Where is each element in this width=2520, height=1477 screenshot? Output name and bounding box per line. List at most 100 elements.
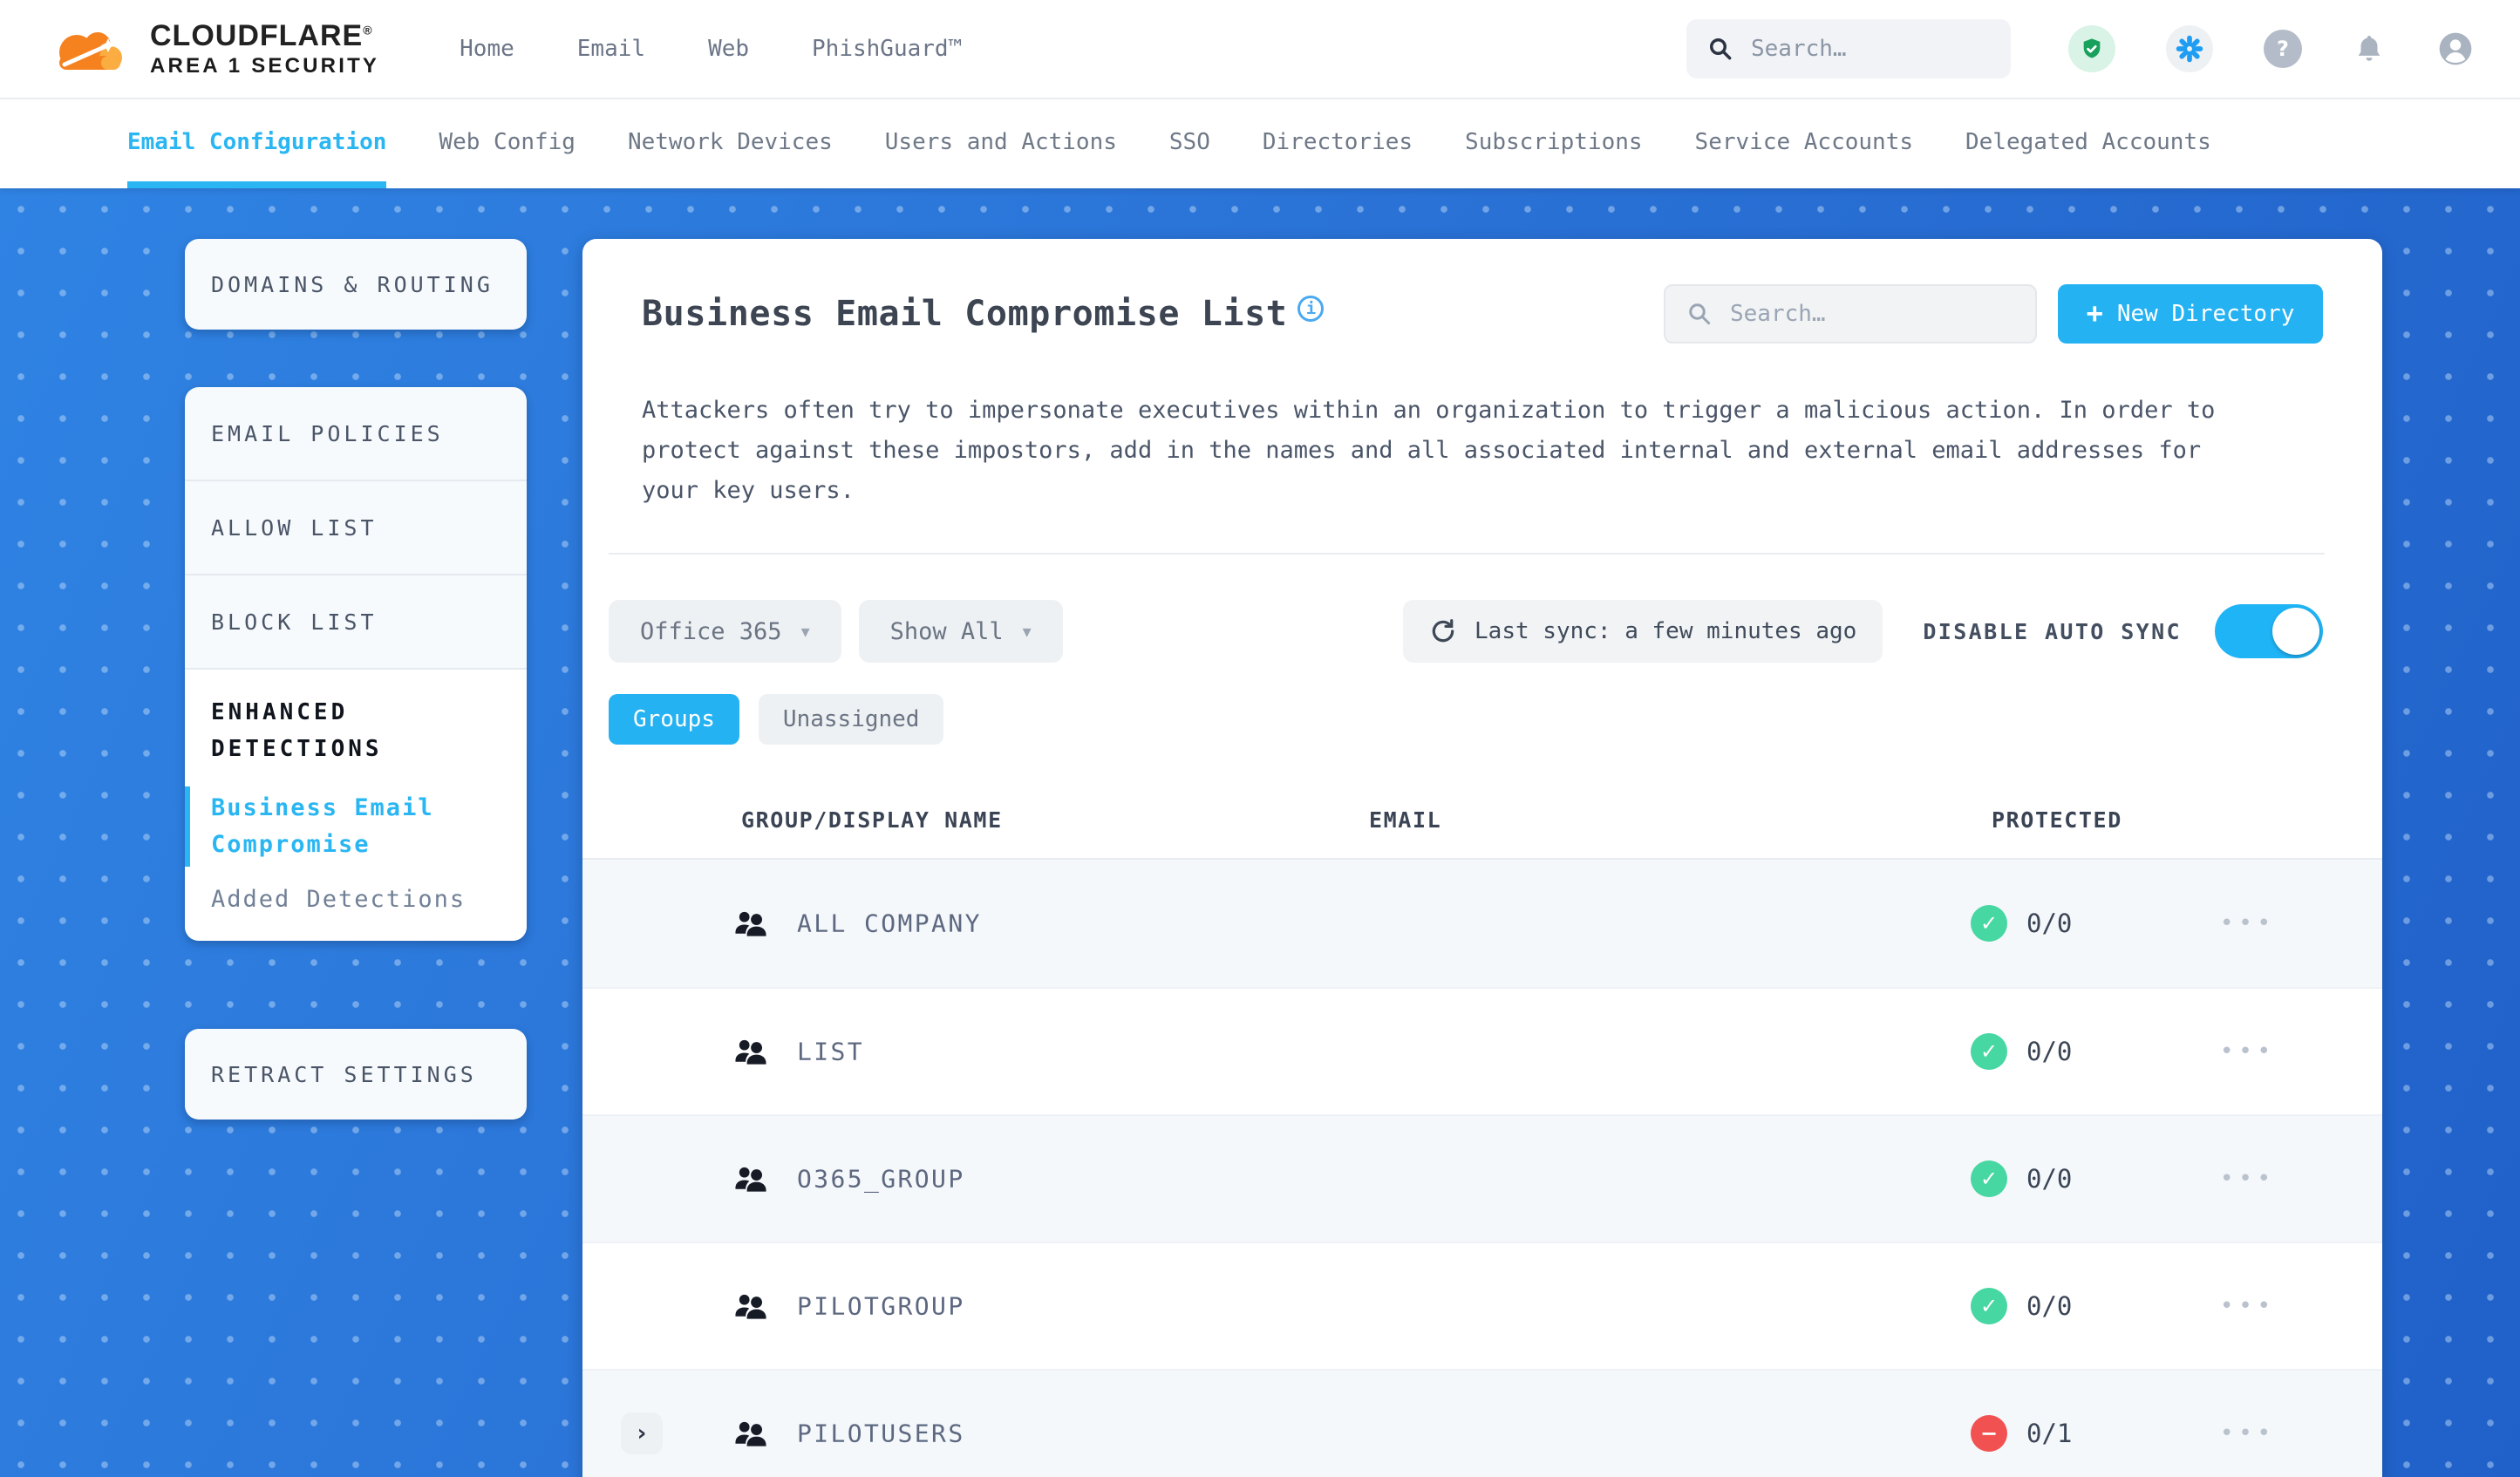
list-search-input[interactable] [1730,301,2014,327]
protected-ok-icon: ✓ [1971,905,2007,942]
tab-service-accounts[interactable]: Service Accounts [1695,99,1913,188]
bell-icon[interactable] [2353,32,2386,65]
expand-row-button[interactable]: › [621,1412,663,1454]
tab-users-and-actions[interactable]: Users and Actions [885,99,1117,188]
tab-directories[interactable]: Directories [1263,99,1413,188]
registered-mark: ® [363,23,373,37]
tab-web-config[interactable]: Web Config [439,99,576,188]
protected-count: 0/0 [2026,909,2073,938]
column-group-display-name: GROUP/DISPLAY NAME [741,807,1003,833]
group-name: LIST [797,1037,865,1066]
toggle-knob [2272,608,2319,655]
main-panel: Business Email Compromise List i + New D… [582,239,2382,1477]
new-directory-label: New Directory [2116,301,2295,327]
protected-blocked-icon: − [1971,1415,2007,1452]
protected-ok-icon: ✓ [1971,1288,2007,1324]
plus-icon: + [2086,296,2103,330]
top-header: CLOUDFLARE® AREA 1 SECURITY Home Email W… [0,0,2520,99]
header-icons: ? [2068,25,2475,72]
row-actions-icon[interactable]: ••• [2220,1166,2276,1192]
group-name: ALL COMPANY [797,909,982,938]
content-area: DOMAINS & ROUTING EMAIL POLICIES ALLOW L… [0,188,2520,1477]
protected-count: 0/0 [2026,1164,2073,1194]
protection-shield-icon[interactable] [2068,25,2115,72]
chevron-down-icon: ▾ [800,621,810,642]
tab-sso[interactable]: SSO [1169,99,1210,188]
tab-subscriptions[interactable]: Subscriptions [1465,99,1643,188]
sidebar-label: ALLOW LIST [211,514,378,541]
account-avatar-icon[interactable] [2436,30,2475,68]
last-sync-text: Last sync: a few minutes ago [1475,618,1857,644]
view-tabs: Groups Unassigned [609,694,2323,745]
show-filter-value: Show All [889,617,1004,645]
info-icon[interactable]: i [1297,296,1325,322]
panel-header: Business Email Compromise List i + New D… [582,239,2382,344]
sidebar-item-allow-list[interactable]: ALLOW LIST [185,481,527,575]
last-sync-button[interactable]: Last sync: a few minutes ago [1403,600,1883,663]
sidebar-label: DOMAINS & ROUTING [211,271,494,297]
show-filter-select[interactable]: Show All ▾ [858,600,1063,663]
nav-item-email[interactable]: Email [577,36,645,62]
auto-sync-toggle[interactable] [2215,604,2323,658]
chevron-down-icon: ▾ [1022,621,1032,642]
gear-icon[interactable] [2166,25,2213,72]
group-icon [734,1038,767,1065]
sidebar-section-enhanced-detections: ENHANCED DETECTIONS Business Email Compr… [185,670,527,941]
sidebar-item-block-list[interactable]: BLOCK LIST [185,575,527,670]
directory-select-value: Office 365 [640,617,782,645]
search-icon [1689,303,1711,325]
sidebar-item-retract-settings[interactable]: RETRACT SETTINGS [185,1029,527,1120]
nav-item-home[interactable]: Home [460,36,514,62]
app-window: CLOUDFLARE® AREA 1 SECURITY Home Email W… [0,0,2520,1477]
tab-network-devices[interactable]: Network Devices [628,99,833,188]
table-row[interactable]: PILOTGROUP ✓ 0/0 ••• [582,1242,2382,1369]
directory-select[interactable]: Office 365 ▾ [609,600,841,663]
protected-status: − 0/1 [1971,1415,2072,1452]
search-icon [1710,38,1732,60]
cloudflare-logo-icon [59,32,122,70]
protected-ok-icon: ✓ [1971,1160,2007,1197]
protected-count: 0/0 [2026,1291,2073,1321]
sidebar-item-added-detections[interactable]: Added Detections [211,886,501,913]
protected-status: ✓ 0/0 [1971,1160,2072,1197]
groups-table: GROUP/DISPLAY NAME EMAIL PROTECTED ALL C… [582,797,2382,1477]
group-name: O365_GROUP [797,1164,965,1194]
nav-item-web[interactable]: Web [708,36,749,62]
protected-status: ✓ 0/0 [1971,905,2072,942]
group-icon [734,1166,767,1192]
row-actions-icon[interactable]: ••• [2220,1293,2276,1319]
cloudflare-brand[interactable]: CLOUDFLARE® AREA 1 SECURITY [47,20,379,78]
table-row[interactable]: › PILOTUSERS − 0/1 ••• [582,1369,2382,1477]
sidebar-item-business-email-compromise[interactable]: Business Email Compromise [185,786,501,867]
row-actions-icon[interactable]: ••• [2220,1038,2276,1065]
table-row[interactable]: LIST ✓ 0/0 ••• [582,987,2382,1114]
global-search[interactable] [1686,19,2011,78]
page-title: Business Email Compromise List [642,294,1288,334]
secondary-nav: Email Configuration Web Config Network D… [0,99,2520,188]
auto-sync-label: DISABLE AUTO SYNC [1923,618,2182,644]
sidebar-item-enhanced-detections[interactable]: ENHANCED DETECTIONS [211,694,501,767]
row-actions-icon[interactable]: ••• [2220,910,2276,936]
tab-email-configuration[interactable]: Email Configuration [127,99,386,188]
table-row[interactable]: O365_GROUP ✓ 0/0 ••• [582,1114,2382,1242]
table-row[interactable]: ALL COMPANY ✓ 0/0 ••• [582,860,2382,987]
refresh-icon [1432,619,1454,643]
new-directory-button[interactable]: + New Directory [2058,284,2323,344]
column-email: EMAIL [1369,807,1442,833]
tab-unassigned[interactable]: Unassigned [758,694,944,745]
list-search[interactable] [1664,284,2037,344]
group-name: PILOTUSERS [797,1419,965,1448]
group-icon [734,1420,767,1446]
tab-delegated-accounts[interactable]: Delegated Accounts [1965,99,2211,188]
tab-groups[interactable]: Groups [609,694,739,745]
protected-status: ✓ 0/0 [1971,1288,2072,1324]
sidebar-item-domains-routing[interactable]: DOMAINS & ROUTING [185,239,527,330]
description-block: Attackers often try to impersonate execu… [582,344,2382,511]
help-icon[interactable]: ? [2264,30,2302,68]
global-search-input[interactable] [1751,36,1990,62]
nav-item-phishguard[interactable]: PhishGuard™ [812,36,962,62]
protected-count: 0/1 [2026,1419,2073,1448]
sidebar-label: RETRACT SETTINGS [211,1061,477,1087]
row-actions-icon[interactable]: ••• [2220,1420,2276,1446]
sidebar-item-email-policies[interactable]: EMAIL POLICIES [185,387,527,481]
